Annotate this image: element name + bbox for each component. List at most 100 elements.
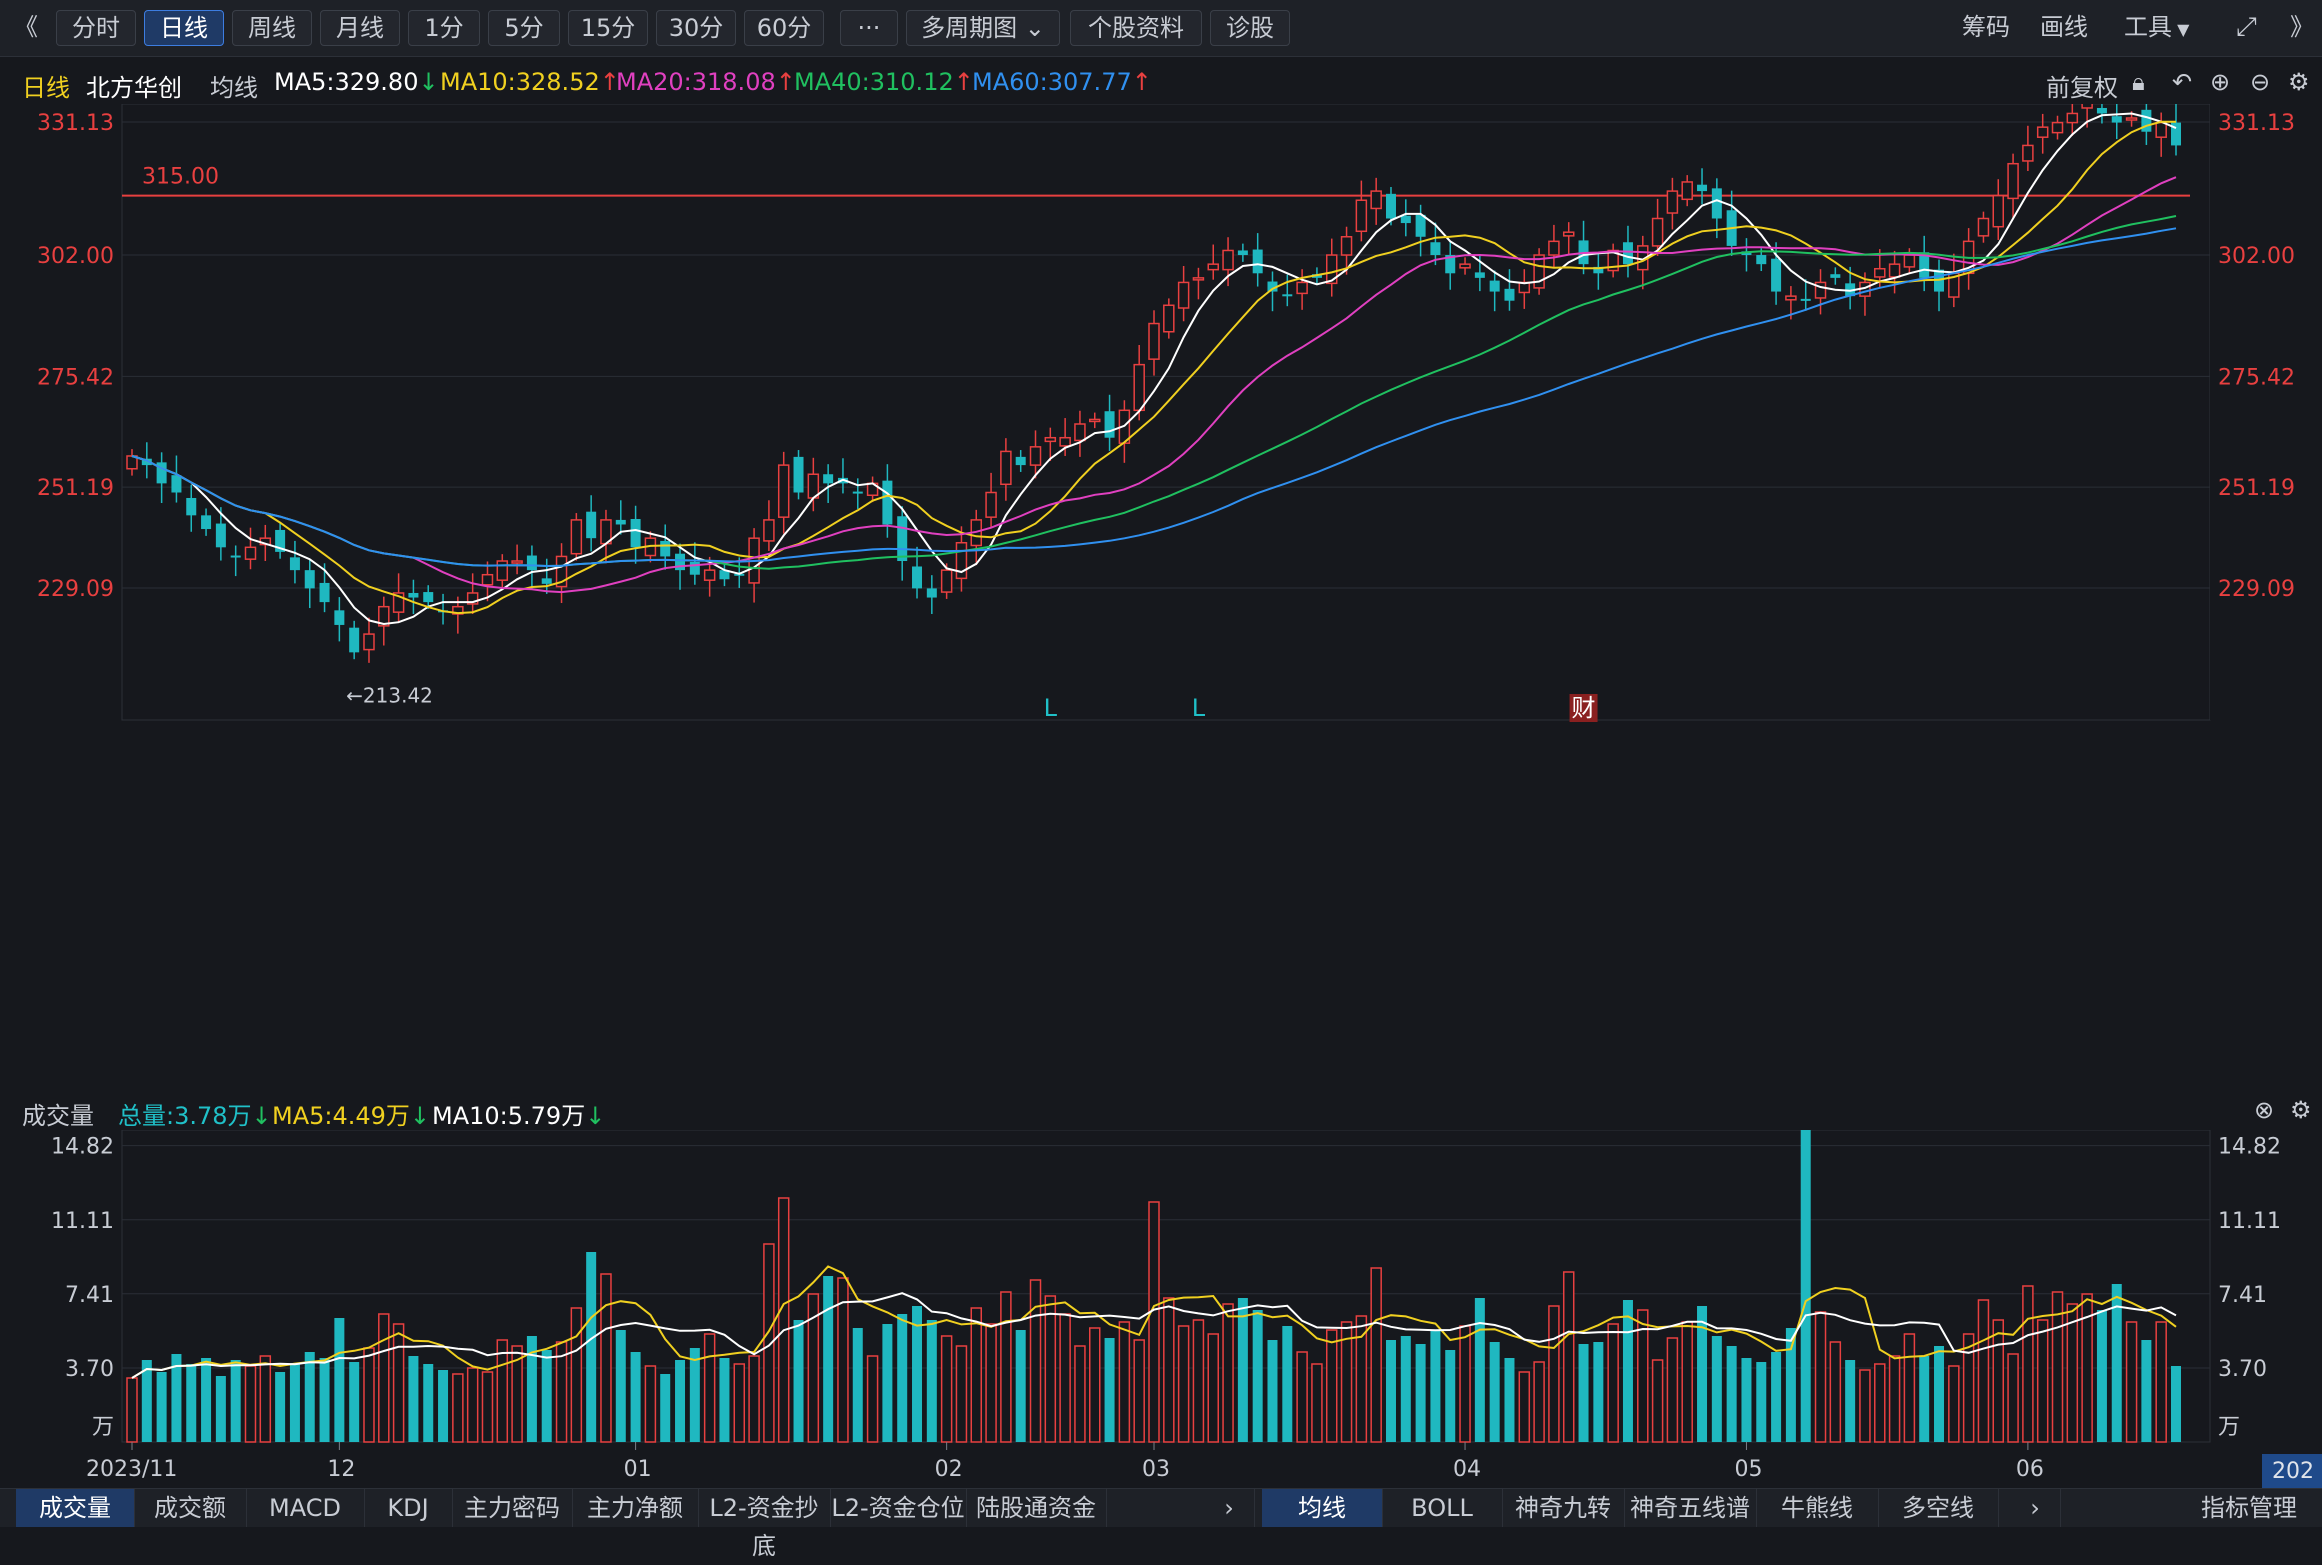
candle-body xyxy=(1000,450,1012,486)
zoom-out-icon[interactable]: ⊖ xyxy=(2250,68,2270,96)
tab-indicator-6[interactable]: L2-资金抄底 xyxy=(698,1489,831,1560)
fullscreen-icon[interactable]: ⤢ xyxy=(2236,10,2257,44)
tab-5min[interactable]: 5分 xyxy=(488,10,560,46)
close-icon[interactable]: ⊗ xyxy=(2254,1096,2274,1124)
volume-bar xyxy=(1044,1295,1057,1443)
volume-bar xyxy=(259,1355,272,1443)
volume-bar xyxy=(1089,1327,1101,1443)
volume-chart[interactable]: 14.82 14.82 11.11 11.11 7.41 7.41 3.70 3.70 万 万 20… xyxy=(0,1130,2322,1488)
tab-indicator-2[interactable]: MACD xyxy=(246,1489,365,1527)
volume-bar xyxy=(926,1320,937,1442)
adjust-dropdown[interactable]: 前复权 xyxy=(2046,68,2118,103)
price-tick-right: 275.42 xyxy=(2218,365,2295,390)
draw-line-button[interactable]: 画线 xyxy=(2040,10,2088,44)
indicator-manage-button[interactable]: 指标管理 xyxy=(2176,1489,2322,1527)
tab-zhouxian[interactable]: 周线 xyxy=(232,10,312,46)
tab-overlay-1[interactable]: BOLL xyxy=(1382,1489,1503,1527)
volume-bar xyxy=(275,1372,286,1442)
tab-overlay-2[interactable]: 神奇九转 xyxy=(1502,1489,1625,1527)
volume-bar xyxy=(1415,1344,1426,1442)
undo-icon[interactable]: ↶ xyxy=(2172,68,2192,96)
candle-body xyxy=(1681,181,1693,201)
ma-label[interactable]: 均线 xyxy=(210,68,258,103)
volume-bar xyxy=(689,1348,700,1442)
tab-overlay-0[interactable]: 均线 xyxy=(1262,1489,1383,1527)
volume-bar xyxy=(2155,1321,2167,1443)
volume-bar xyxy=(186,1364,197,1442)
volume-bar xyxy=(1074,1345,1086,1443)
price-axis: 341.97341.97331.13331.13302.00302.00275.… xyxy=(37,111,2295,602)
chips-button[interactable]: 筹码 xyxy=(1962,10,2010,44)
tabs-next-icon[interactable]: › xyxy=(2010,1489,2061,1527)
settings-icon[interactable]: ⚙ xyxy=(2288,68,2310,96)
back-icon[interactable]: 《 xyxy=(14,10,38,44)
tab-indicator-0[interactable]: 成交量 xyxy=(16,1489,135,1527)
indicator-tabs: 成交量 成交额 MACD KDJ 主力密码 主力净额 L2-资金抄底 L2-资金仓位 陆股通资金… xyxy=(0,1488,2322,1560)
tab-indicator-5[interactable]: 主力净额 xyxy=(572,1489,699,1527)
volume-bar xyxy=(630,1352,641,1442)
diagnose-button[interactable]: 诊股 xyxy=(1210,10,1290,46)
candle-body xyxy=(1756,255,1767,265)
volume-bar xyxy=(823,1276,834,1442)
volume-bar xyxy=(1355,1315,1368,1443)
tabs-next-icon[interactable]: › xyxy=(1204,1489,1255,1527)
candle-body xyxy=(1430,242,1441,256)
volume-bar xyxy=(156,1372,167,1442)
tab-indicator-3[interactable]: KDJ xyxy=(364,1489,453,1527)
volume-bar xyxy=(408,1356,419,1442)
tab-overlay-3[interactable]: 神奇五线谱 xyxy=(1624,1489,1757,1527)
more-button[interactable]: ··· xyxy=(840,10,898,46)
volume-bar xyxy=(615,1330,626,1442)
volume-tick-right: 14.82 xyxy=(2218,1135,2281,1160)
tab-rixian[interactable]: 日线 xyxy=(144,10,224,46)
volume-bar xyxy=(392,1323,405,1443)
volume-bar xyxy=(985,1323,997,1443)
tab-indicator-1[interactable]: 成交额 xyxy=(134,1489,247,1527)
volume-bar xyxy=(1651,1359,1664,1443)
lock-icon[interactable]: 🔒︎ xyxy=(2132,68,2145,96)
volume-title[interactable]: 成交量 xyxy=(22,1096,94,1131)
tab-overlay-5[interactable]: 多空线 xyxy=(1878,1489,1999,1527)
collapse-icon[interactable]: 》 xyxy=(2290,10,2314,44)
candle-body xyxy=(201,515,212,530)
volume-bar xyxy=(1118,1321,1131,1443)
candle-body xyxy=(1459,263,1471,269)
tab-indicator-8[interactable]: 陆股通资金 xyxy=(966,1489,1107,1527)
tab-yuexian[interactable]: 月线 xyxy=(320,10,400,46)
tab-indicator-4[interactable]: 主力密码 xyxy=(452,1489,573,1527)
volume-bar xyxy=(2036,1319,2049,1443)
volume-bar xyxy=(1992,1319,2005,1443)
volume-tick-right: 7.41 xyxy=(2218,1283,2267,1308)
volume-bar xyxy=(334,1318,345,1442)
settings-icon[interactable]: ⚙ xyxy=(2290,1096,2312,1124)
tab-60min[interactable]: 60分 xyxy=(744,10,824,46)
volume-bar xyxy=(201,1358,212,1442)
volume-bar xyxy=(1934,1346,1945,1442)
chevron-down-icon: ⌄ xyxy=(1017,14,1045,42)
candle-body xyxy=(689,561,700,575)
volume-bar xyxy=(866,1355,879,1443)
multi-period-dropdown[interactable]: 多周期图 ⌄ xyxy=(906,10,1060,46)
stock-profile-button[interactable]: 个股资料 xyxy=(1070,10,1202,46)
tab-indicator-7[interactable]: L2-资金仓位 xyxy=(830,1489,967,1527)
candle-body xyxy=(2155,121,2167,138)
tab-15min[interactable]: 15分 xyxy=(568,10,648,46)
tab-30min[interactable]: 30分 xyxy=(656,10,736,46)
tab-1min[interactable]: 1分 xyxy=(408,10,480,46)
price-chart[interactable]: 315.00 341.97341.97331.13331.13302.00302… xyxy=(0,104,2322,1094)
tab-overlay-4[interactable]: 牛熊线 xyxy=(1756,1489,1879,1527)
volume-bar xyxy=(1771,1352,1782,1442)
zoom-in-icon[interactable]: ⊕ xyxy=(2210,68,2230,96)
volume-bar xyxy=(970,1307,983,1443)
volume-bar xyxy=(2096,1310,2107,1442)
event-marker: L xyxy=(1044,694,1058,722)
hline-label: 315.00 xyxy=(142,165,219,190)
volume-bar xyxy=(1785,1328,1796,1442)
tab-fenshi[interactable]: 分时 xyxy=(56,10,136,46)
candle-body xyxy=(1074,423,1086,442)
tools-dropdown[interactable]: 工具 ▼ xyxy=(2124,10,2189,44)
volume-bar xyxy=(2141,1340,2152,1442)
volume-bar xyxy=(897,1314,908,1442)
candle-body xyxy=(1044,436,1057,443)
candle-body xyxy=(912,566,923,589)
